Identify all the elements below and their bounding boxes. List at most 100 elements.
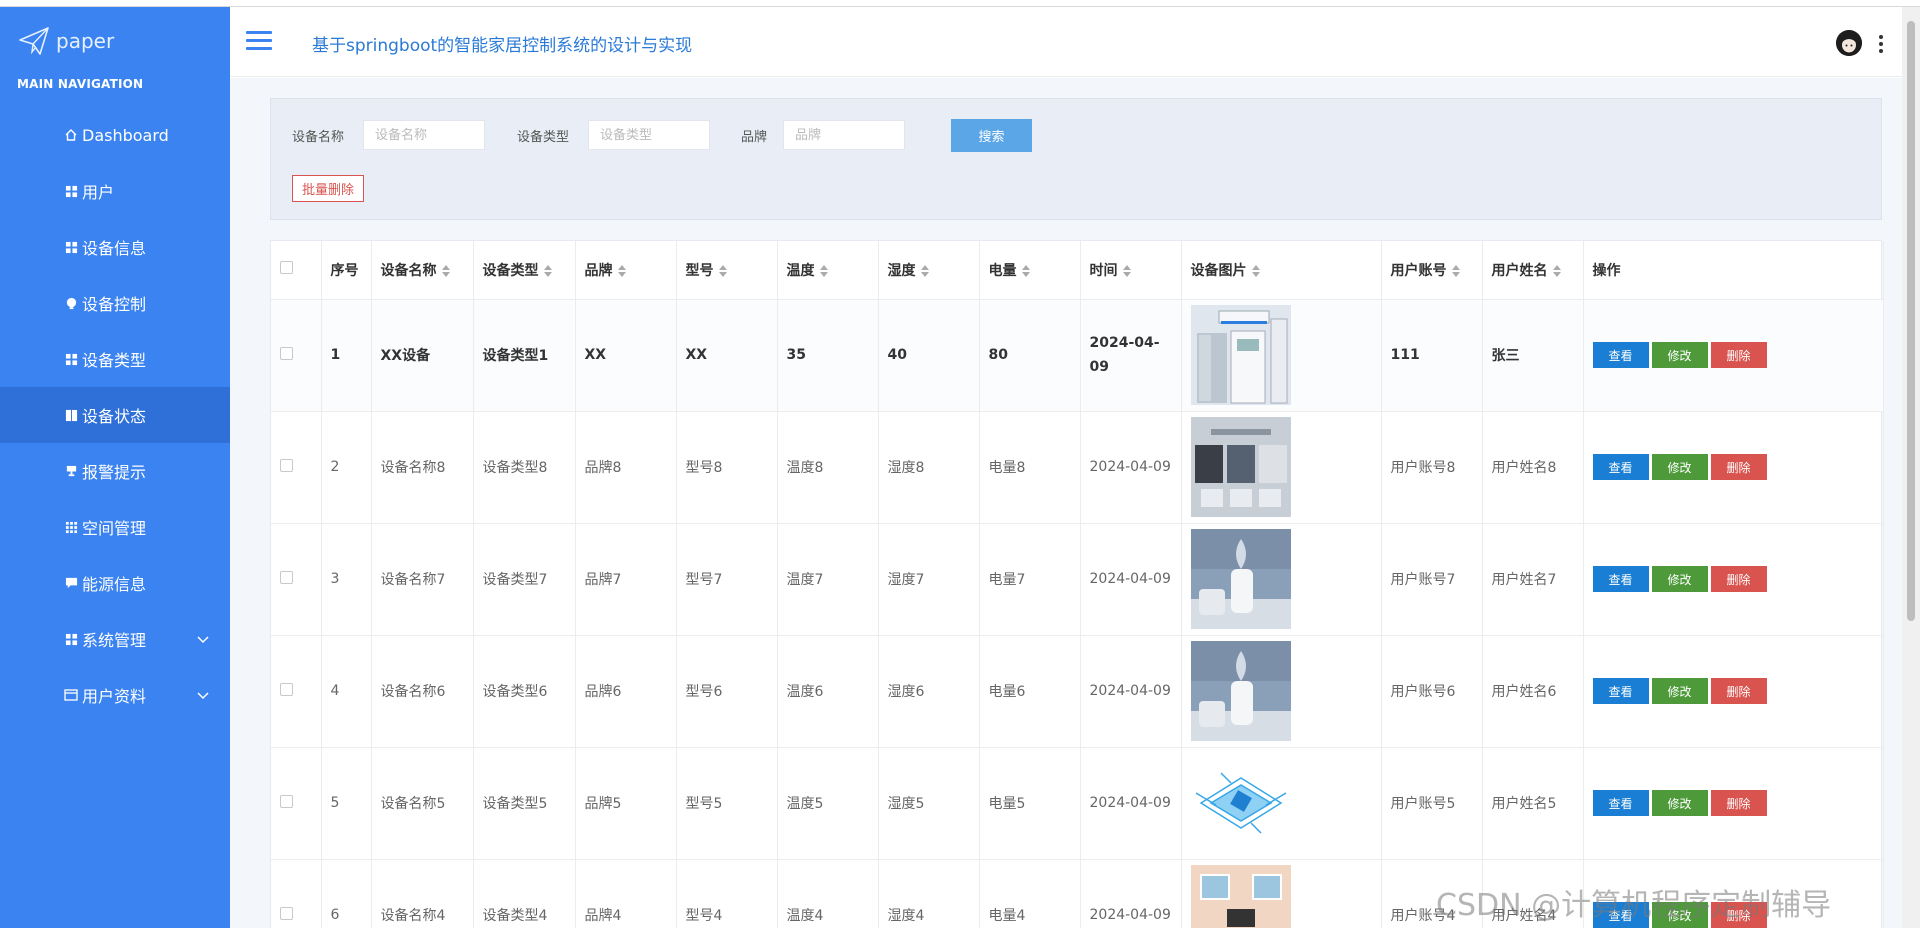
delete-button[interactable]: 删除	[1710, 790, 1767, 816]
edit-button[interactable]: 修改	[1651, 342, 1708, 368]
column-header-sortable[interactable]: 设备名称	[371, 241, 474, 300]
edit-button[interactable]: 修改	[1651, 790, 1708, 816]
sort-icon[interactable]	[819, 264, 828, 277]
column-label: 设备图片	[1190, 262, 1247, 279]
batch-delete-button[interactable]: 批量删除	[292, 175, 365, 202]
more-options-icon[interactable]	[1878, 35, 1884, 53]
row-checkbox[interactable]	[280, 794, 293, 808]
row-checkbox[interactable]	[280, 682, 293, 696]
smart-home-room-image[interactable]	[1190, 865, 1291, 928]
table-cell-user: 用户姓名5	[1482, 747, 1584, 860]
delete-button[interactable]: 删除	[1710, 342, 1767, 368]
column-label: 温度	[786, 262, 815, 279]
select-all-checkbox[interactable]	[280, 261, 293, 275]
table-cell-brand: 品牌7	[575, 523, 677, 636]
column-header-sortable[interactable]: 设备图片	[1181, 241, 1382, 300]
row-checkbox[interactable]	[280, 570, 293, 584]
row-checkbox[interactable]	[280, 346, 293, 360]
brand-logo[interactable]: paper	[18, 21, 114, 61]
table-cell-model: 型号5	[676, 747, 778, 860]
sort-icon[interactable]	[543, 264, 552, 277]
brand-input[interactable]	[783, 120, 905, 150]
table-cell-actions: 查看 修改 删除	[1583, 411, 1884, 524]
column-header-sortable[interactable]: 用户账号	[1381, 241, 1483, 300]
delete-button[interactable]: 删除	[1710, 566, 1767, 592]
paper-plane-icon	[19, 27, 49, 55]
table-cell-time: 2024-04-09	[1080, 635, 1182, 748]
sort-icon[interactable]	[1552, 264, 1561, 277]
sidebar-item[interactable]: 空间管理	[0, 499, 230, 555]
sidebar-item[interactable]: 设备信息	[0, 219, 230, 275]
column-header-sortable[interactable]: 设备类型	[473, 241, 576, 300]
chevron-down-icon[interactable]	[196, 687, 210, 701]
sidebar-item[interactable]: 设备状态	[0, 387, 264, 443]
column-header-sortable[interactable]: 电量	[979, 241, 1081, 300]
view-button[interactable]: 查看	[1592, 678, 1649, 704]
chevron-down-icon[interactable]	[196, 631, 210, 645]
column-header-sortable[interactable]: 温度	[777, 241, 879, 300]
sort-icon[interactable]	[718, 264, 727, 277]
scrollbar-thumb[interactable]	[1907, 21, 1915, 621]
sidebar-item[interactable]: 系统管理	[0, 611, 230, 667]
card-icon	[64, 688, 78, 702]
table-cell-brand: 品牌8	[575, 411, 677, 524]
column-header-sortable[interactable]: 品牌	[575, 241, 677, 300]
avatar[interactable]	[1836, 30, 1862, 56]
sort-icon[interactable]	[1021, 264, 1030, 277]
chip-image[interactable]	[1190, 753, 1291, 853]
sidebar-item-label: 空间管理	[82, 519, 147, 538]
table-cell-power: 电量4	[979, 859, 1081, 928]
delete-button[interactable]: 删除	[1710, 454, 1767, 480]
table-cell-model: 型号7	[676, 523, 778, 636]
view-button[interactable]: 查看	[1592, 454, 1649, 480]
table-cell-account: 用户账号5	[1381, 747, 1483, 860]
device-type-label: 设备类型	[517, 130, 570, 145]
edit-button[interactable]: 修改	[1651, 678, 1708, 704]
table-row: 5 设备名称5 设备类型5 品牌5 型号5 温度5 湿度5 电量5 2024-04-09 用户账号…	[271, 747, 1884, 860]
sidebar-item[interactable]: 能源信息	[0, 555, 230, 611]
column-header-sortable[interactable]: 时间	[1080, 241, 1182, 300]
air-conditioner-image[interactable]	[1190, 305, 1291, 405]
page-scrollbar[interactable]	[1902, 7, 1920, 928]
table-cell-humidity: 湿度8	[878, 411, 980, 524]
sidebar-item[interactable]: 用户资料	[0, 667, 230, 723]
table-cell-user: 用户姓名7	[1482, 523, 1584, 636]
sidebar-item-label: 系统管理	[82, 631, 147, 650]
edit-button[interactable]: 修改	[1651, 454, 1708, 480]
sidebar-item[interactable]: 设备类型	[0, 331, 230, 387]
row-checkbox[interactable]	[280, 458, 293, 472]
smart-device-collage-image[interactable]	[1190, 417, 1291, 517]
view-button[interactable]: 查看	[1592, 342, 1649, 368]
humidifier-image[interactable]	[1190, 529, 1291, 629]
sidebar-item[interactable]: 报警提示	[0, 443, 230, 499]
menu-toggle-icon[interactable]	[246, 31, 272, 51]
device-name-input[interactable]	[363, 120, 485, 150]
table-cell-humidity: 湿度4	[878, 859, 980, 928]
sidebar-item[interactable]: 用户	[0, 163, 230, 219]
sort-icon[interactable]	[1451, 264, 1460, 277]
grid3-icon	[64, 520, 78, 534]
sidebar-item[interactable]: 设备控制	[0, 275, 230, 331]
column-header-sortable[interactable]: 用户姓名	[1482, 241, 1584, 300]
table-cell-actions: 查看 修改 删除	[1583, 635, 1884, 748]
search-button[interactable]: 搜索	[951, 119, 1032, 152]
sort-icon[interactable]	[920, 264, 929, 277]
comment-icon	[64, 576, 78, 590]
column-header-sortable[interactable]: 湿度	[878, 241, 980, 300]
view-button[interactable]: 查看	[1592, 790, 1649, 816]
device-type-input[interactable]	[588, 120, 710, 150]
humidifier-image[interactable]	[1190, 641, 1291, 741]
view-button[interactable]: 查看	[1592, 566, 1649, 592]
column-header-sortable[interactable]: 型号	[676, 241, 778, 300]
sort-icon[interactable]	[441, 264, 450, 277]
sort-icon[interactable]	[617, 264, 626, 277]
row-checkbox[interactable]	[280, 906, 293, 920]
table-cell-name: 设备名称8	[371, 411, 474, 524]
table-cell-power: 电量8	[979, 411, 1081, 524]
sort-icon[interactable]	[1251, 264, 1260, 277]
edit-button[interactable]: 修改	[1651, 566, 1708, 592]
sidebar-item[interactable]: Dashboard	[0, 107, 230, 163]
delete-button[interactable]: 删除	[1710, 678, 1767, 704]
sort-icon[interactable]	[1122, 264, 1131, 277]
table-cell-temp: 温度5	[777, 747, 879, 860]
